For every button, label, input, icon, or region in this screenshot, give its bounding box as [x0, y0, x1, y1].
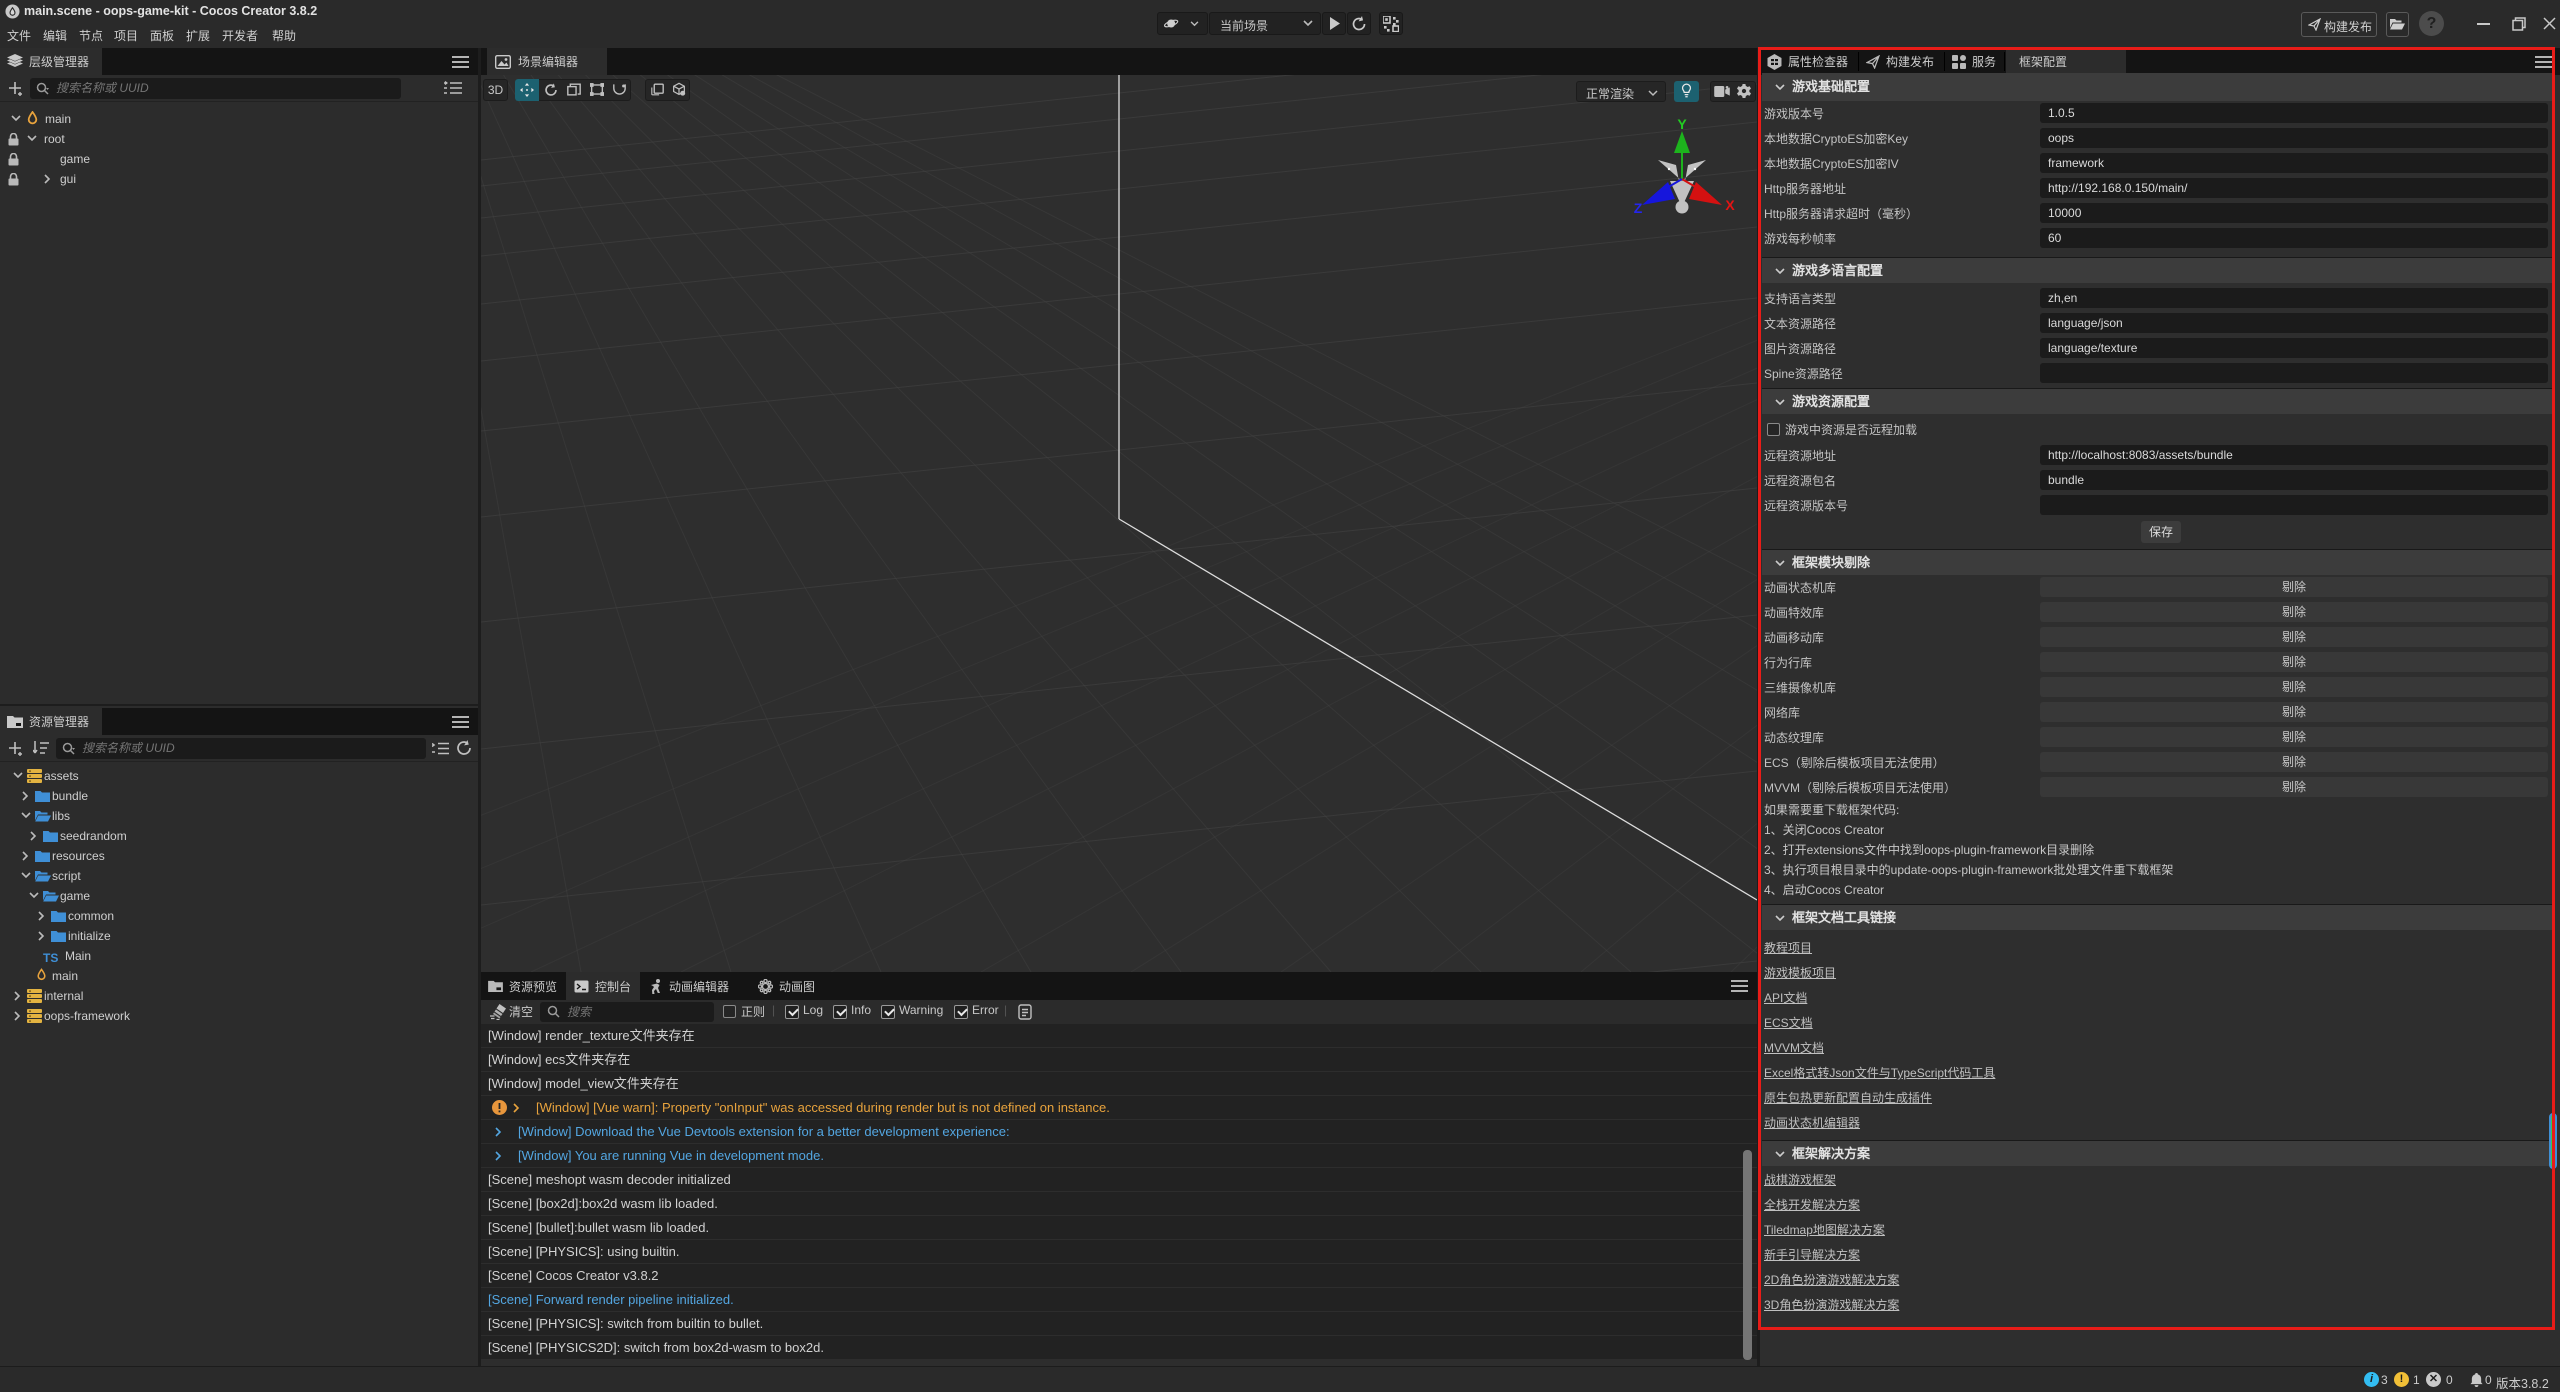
svg-text:Y: Y — [1677, 117, 1687, 132]
svg-text:X: X — [1725, 197, 1735, 213]
svg-text:Z: Z — [1634, 200, 1643, 216]
